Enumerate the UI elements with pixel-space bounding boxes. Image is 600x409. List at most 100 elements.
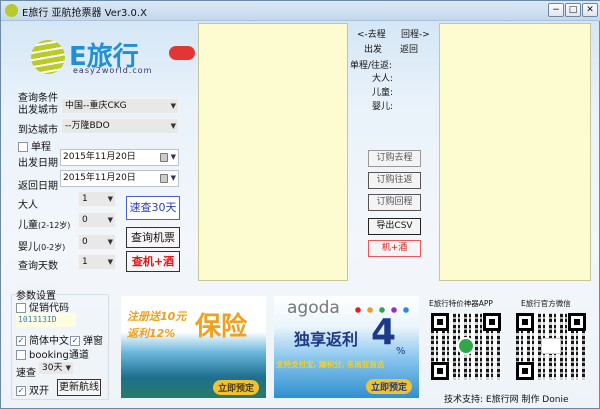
adult-summary-label: 大人: [372, 74, 394, 84]
minimize-button[interactable]: − [548, 3, 564, 17]
prev-outbound-link[interactable]: <-去程 [357, 27, 386, 40]
chevron-down-icon: ▼ [107, 216, 113, 224]
child-age-note: (2-12岁) [38, 221, 71, 230]
ad1-line1: 注册送10元 [127, 310, 187, 323]
child-summary-label: 儿童: [372, 88, 394, 98]
buy-roundtrip-button[interactable]: 订购往返 [368, 172, 421, 189]
to-city-value: --万隆BDO [65, 121, 110, 131]
promo-code-input[interactable]: 101313ID [16, 313, 76, 327]
depart-header: 出发 [364, 45, 383, 55]
depart-date-value: 2015年11月20日 [63, 152, 136, 162]
chevron-down-icon: ▼ [170, 153, 176, 161]
dual-open-label: 双开 [29, 386, 49, 397]
to-city-select[interactable]: --万隆BDO ▼ [61, 118, 179, 134]
checkbox-icon [16, 303, 26, 313]
export-csv-button[interactable]: 导出CSV [368, 218, 421, 235]
window-title: E旅行 亚航抢票器 Ver3.0.X [22, 8, 147, 19]
ad2-percent-number: 4 [371, 312, 397, 353]
flight-hotel-small-button[interactable]: 机+酒 [368, 240, 421, 257]
infant-value: 0 [82, 237, 88, 247]
return-results-panel [439, 23, 591, 281]
buy-return-button[interactable]: 订购回程 [368, 194, 421, 211]
booking-channel-checkbox[interactable]: booking通道 [16, 346, 89, 361]
speed-select[interactable]: 30天 ▼ [38, 361, 74, 375]
chevron-down-icon: ▼ [170, 122, 176, 130]
chevron-down-icon: ▼ [170, 102, 176, 110]
checkmark-icon: ✓ [16, 336, 26, 346]
logo-mark-icon [31, 40, 65, 74]
child-select[interactable]: 0 ▼ [78, 212, 116, 228]
ad2-brand: agoda [287, 298, 340, 318]
footer-credit: 技术支持: E旅行网 制作 Donie [444, 395, 569, 405]
ad1-headline: 保险 [195, 312, 248, 342]
airplane-icon [169, 46, 195, 60]
days-label: 查询天数 [18, 261, 58, 272]
ad2-subtitle: 支持支付宝, 赚积分, 东南亚首选 [276, 360, 385, 369]
logo-url: easy2world.com [73, 66, 153, 75]
infant-select[interactable]: 0 ▼ [78, 234, 116, 250]
buy-outbound-button[interactable]: 订购去程 [368, 150, 421, 167]
child-label-text: 儿童 [18, 220, 38, 231]
to-city-label: 到达城市 [18, 125, 58, 136]
return-date-label: 返回日期 [18, 181, 58, 192]
ad2-book-button[interactable]: 立即预定 [366, 379, 413, 394]
insurance-ad-banner[interactable]: 注册送10元 返利12% 保险 立即预定 [121, 296, 266, 398]
from-city-label: 出发城市 [18, 105, 58, 116]
ad1-line2: 返利12% [127, 327, 176, 340]
depart-date-label: 出发日期 [18, 158, 58, 169]
flight-hotel-button[interactable]: 查机+酒 [126, 251, 180, 272]
infant-summary-label: 婴儿: [372, 102, 394, 112]
wechat-logo-icon [541, 338, 561, 354]
checkbox-icon [16, 350, 26, 360]
chevron-down-icon: ▼ [107, 258, 113, 266]
days-select[interactable]: 1 ▼ [78, 254, 116, 270]
app-logo-icon [457, 337, 475, 355]
title-bar: E旅行 亚航抢票器 Ver3.0.X − □ ✕ [1, 1, 600, 21]
infant-label: 婴儿(0-2岁) [18, 238, 65, 253]
simplified-chinese-checkbox[interactable]: ✓ 简体中文 [16, 332, 69, 347]
quick-30-days-button[interactable]: 速查30天 [126, 196, 180, 220]
return-date-value: 2015年11月20日 [63, 173, 136, 183]
app-qr-label: E旅行特价神器APP [429, 299, 493, 308]
wechat-qr-code [516, 313, 586, 380]
oneway-checkbox[interactable]: 单程 [18, 138, 51, 153]
oneway-label: 单程 [31, 142, 51, 153]
chevron-down-icon: ▼ [65, 364, 71, 372]
chevron-down-icon: ▼ [170, 174, 176, 182]
depart-date-picker[interactable]: 2015年11月20日 ▼ [60, 149, 179, 166]
adult-select[interactable]: 1 ▼ [78, 191, 116, 207]
trip-type-label: 单程/往返: [350, 61, 393, 71]
close-button[interactable]: ✕ [582, 3, 598, 17]
days-value: 1 [82, 257, 88, 267]
next-return-link[interactable]: 回程-> [401, 27, 430, 40]
adult-label: 大人 [18, 200, 38, 211]
popup-checkbox[interactable]: ✓ 弹窗 [70, 332, 103, 347]
dual-open-checkbox[interactable]: ✓ 双开 [16, 382, 49, 397]
infant-age-note: (0-2岁) [38, 243, 66, 252]
outbound-results-panel [198, 23, 348, 281]
return-date-picker[interactable]: 2015年11月20日 ▼ [60, 170, 179, 187]
search-flights-button[interactable]: 查询机票 [126, 227, 180, 248]
calendar-icon [160, 153, 168, 162]
infant-label-text: 婴儿 [18, 242, 38, 253]
from-city-select[interactable]: 中国--重庆CKG ▼ [61, 98, 179, 114]
return-header: 返回 [400, 45, 419, 55]
app-icon [5, 4, 18, 17]
chevron-down-icon: ▼ [107, 195, 113, 203]
ad2-headline: 独享返利 [294, 330, 359, 349]
wechat-qr-label: E旅行官方微信 [521, 299, 571, 308]
checkmark-icon: ✓ [16, 386, 26, 396]
maximize-button[interactable]: □ [565, 3, 581, 17]
child-label: 儿童(2-12岁) [18, 216, 70, 231]
chevron-down-icon: ▼ [107, 238, 113, 246]
agoda-ad-banner[interactable]: agoda 独享返利 4 % 支持支付宝, 赚积分, 东南亚首选 立即预定 [274, 296, 419, 398]
update-routes-button[interactable]: 更新航线 [57, 379, 101, 396]
calendar-icon [160, 174, 168, 183]
speed-value: 30天 [42, 363, 63, 373]
booking-label: booking通道 [29, 350, 89, 361]
app-window: E旅行 亚航抢票器 Ver3.0.X − □ ✕ E旅行 easy2world.… [0, 0, 600, 409]
speed-label: 速查 [16, 368, 36, 379]
ad2-percent-sign: % [396, 346, 406, 357]
promo-checkbox[interactable]: 促销代码 [16, 299, 69, 314]
ad1-book-button[interactable]: 立即预定 [213, 380, 260, 395]
